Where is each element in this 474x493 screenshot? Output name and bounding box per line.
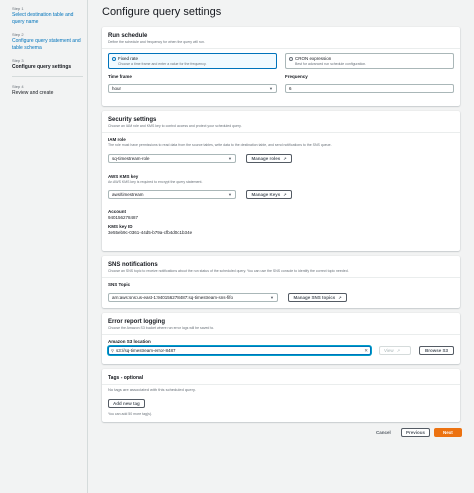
step-current-configure-settings: Configure query settings [12, 64, 83, 77]
sns-topic-select[interactable]: arn:aws:sns:us-east-1:940156278487:sq-ti… [108, 293, 278, 303]
panel-title: Security settings [108, 117, 157, 123]
step-3: Step 3 Configure query settings [12, 58, 87, 77]
panel-title: Tags - optional [108, 375, 144, 381]
time-frame-select[interactable]: hour ▼ [108, 84, 277, 94]
page-title: Configure query settings [102, 6, 222, 18]
step-4: Step 4 Review and create [12, 84, 87, 97]
error-report-logging-panel: Error report logging Choose the Amazon S… [102, 313, 460, 364]
cron-expression-option[interactable]: CRON expression Best for advanced run sc… [285, 53, 454, 69]
sns-topic-label: SNS Topic [108, 282, 131, 287]
step-number: Step 3 [12, 58, 24, 63]
frequency-value: 6 [289, 86, 292, 92]
button-label: Manage SNS topics [293, 295, 336, 301]
tags-remaining-count: You can add 50 more tag(s). [108, 411, 153, 416]
wizard-footer: Cancel Previous Next [102, 428, 462, 440]
external-link-icon: ↗ [283, 192, 287, 198]
account-value: 940156278487 [108, 215, 139, 220]
kms-key-select[interactable]: aws/timestream ▼ [108, 190, 236, 200]
step-review-create: Review and create [12, 89, 54, 96]
panel-description: Choose an SNS topic to receive notificat… [108, 269, 349, 273]
step-1: Step 1 Select destination table and quer… [12, 6, 87, 25]
button-label: Browse S3 [424, 348, 448, 353]
s3-location-input[interactable]: ⚲ s3://sq-timestream-error-8487 ✕ [108, 346, 371, 355]
step-link-configure-query[interactable]: Configure query statement and table sche… [12, 38, 87, 51]
panel-title: Error report logging [108, 319, 165, 325]
external-link-icon: ↗ [338, 295, 342, 301]
option-description: Choose a time frame and enter a value fo… [118, 61, 207, 66]
next-button[interactable]: Next [434, 428, 462, 437]
caret-down-icon: ▼ [270, 295, 274, 301]
s3-location-label: Amazon S3 location [108, 339, 151, 344]
external-link-icon: ↗ [396, 348, 401, 353]
option-description: Best for advanced run schedule configura… [295, 61, 367, 66]
button-label: View [384, 348, 394, 353]
main-content: Configure query settings Run schedule De… [102, 0, 462, 440]
sns-topic-value: arn:aws:sns:us-east-1:940156278487:sq-ti… [112, 295, 234, 301]
browse-s3-button[interactable]: Browse S3 [419, 346, 454, 355]
radio-unselected-icon [289, 57, 293, 61]
kms-key-description: An AWS KMS key is required to encrypt th… [108, 179, 203, 184]
manage-sns-topics-button[interactable]: Manage SNS topics ↗ [288, 293, 347, 303]
tags-empty-message: No tags are associated with this schedul… [108, 387, 196, 392]
wizard-navigation: Step 1 Select destination table and quer… [0, 0, 88, 493]
run-schedule-panel: Run schedule Define the schedule and fre… [102, 27, 460, 106]
step-number: Step 4 [12, 83, 24, 89]
time-frame-value: hour [112, 86, 122, 92]
panel-title: SNS notifications [108, 262, 158, 268]
time-frame-label: Time frame [108, 74, 132, 79]
button-label: Previous [406, 430, 426, 435]
step-number: Step 1 [12, 6, 24, 11]
panel-description: Define the schedule and frequency for wh… [108, 40, 205, 44]
cancel-button[interactable]: Cancel [376, 430, 391, 435]
kms-key-value: aws/timestream [112, 192, 144, 198]
clear-icon[interactable]: ✕ [364, 348, 368, 354]
sns-notifications-panel: SNS notifications Choose an SNS topic to… [102, 256, 460, 308]
button-label: Next [443, 430, 453, 435]
button-label: Add new tag [113, 401, 140, 407]
add-new-tag-button[interactable]: Add new tag [108, 399, 145, 409]
step-2: Step 2 Configure query statement and tab… [12, 32, 87, 51]
iam-role-value: sq-timestream-role [112, 155, 150, 161]
s3-location-value: s3://sq-timestream-error-8487 [115, 348, 176, 353]
button-label: Manage Keys [251, 192, 281, 198]
caret-down-icon: ▼ [269, 86, 273, 92]
manage-roles-button[interactable]: Manage roles ↗ [246, 153, 292, 163]
caret-down-icon: ▼ [228, 192, 232, 198]
caret-down-icon: ▼ [228, 155, 232, 161]
step-number: Step 2 [12, 32, 24, 37]
panel-description: Choose an IAM role and KMS key to contro… [108, 124, 242, 128]
iam-role-description: The role must have permissions to read d… [108, 143, 332, 147]
tags-panel: Tags - optional No tags are associated w… [102, 369, 460, 422]
panel-description: Choose the Amazon S3 bucket where run er… [108, 326, 215, 330]
view-button[interactable]: View ↗ [379, 346, 411, 355]
frequency-label: Frequency [285, 74, 308, 79]
fixed-rate-option[interactable]: Fixed rate Choose a time frame and enter… [108, 53, 277, 69]
step-link-select-destination[interactable]: Select destination table and query name [12, 12, 87, 25]
frequency-input[interactable]: 6 [285, 84, 454, 94]
manage-keys-button[interactable]: Manage Keys ↗ [246, 190, 292, 200]
radio-selected-icon [112, 57, 116, 61]
external-link-icon: ↗ [283, 155, 287, 161]
security-settings-panel: Security settings Choose an IAM role and… [102, 111, 460, 251]
search-icon: ⚲ [111, 348, 114, 353]
panel-title: Run schedule [108, 33, 148, 39]
previous-button[interactable]: Previous [401, 428, 431, 437]
iam-role-select[interactable]: sq-timestream-role ▼ [108, 153, 236, 163]
button-label: Manage roles [251, 155, 281, 161]
kms-key-id-value: 3e55eb9c-0361-44d5-b79a-cfb4d0c1b34e [108, 230, 193, 235]
